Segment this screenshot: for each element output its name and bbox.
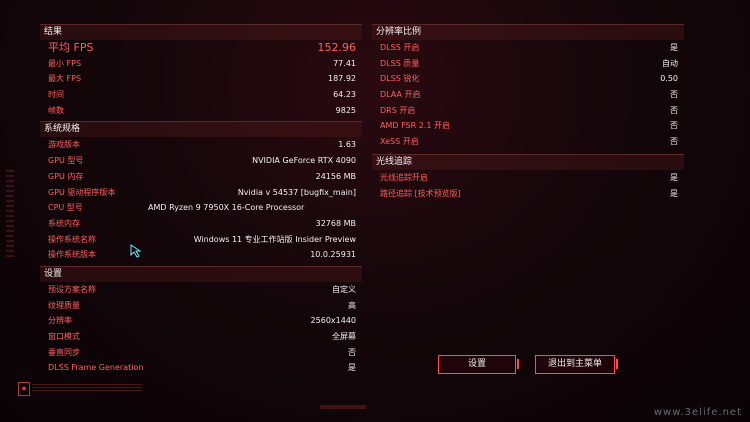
row-value: Windows 11 专业工作站版 Insider Preview	[193, 234, 356, 244]
resolution-row: DLSS 开启 是	[372, 40, 684, 56]
row-value: 64.23	[333, 90, 356, 100]
avg-fps-label: 平均 FPS	[48, 41, 94, 54]
row-label: DLSS 质量	[380, 58, 420, 68]
row-value: 是	[670, 172, 678, 182]
row-label: GPU 型号	[48, 156, 84, 166]
raytracing-row: 路径追踪 [技术预览版] 是	[372, 186, 684, 202]
specs-header: 系统规格	[40, 121, 362, 138]
settings-button[interactable]: 设置	[438, 355, 519, 374]
row-value: 高	[348, 300, 356, 310]
row-label: 帧数	[48, 105, 64, 115]
specs-row: 操作系统版本 10.0.25931	[40, 247, 362, 263]
row-label: 操作系统名称	[48, 234, 96, 244]
resolution-row: XeSS 开启 否	[372, 134, 684, 150]
row-value: 10.0.25931	[310, 250, 356, 260]
resolution-row: DRS 开启 否	[372, 103, 684, 119]
row-label: 操作系统版本	[48, 250, 96, 260]
resolution-row: DLAA 开启 否	[372, 87, 684, 103]
row-label: CPU 型号	[48, 203, 83, 213]
results-row: 最大 FPS 187.92	[40, 71, 362, 87]
row-label: GPU 驱动程序版本	[48, 187, 116, 197]
row-label: 纹理质量	[48, 300, 80, 310]
specs-row: CPU 型号 AMD Ryzen 9 7950X 16-Core Processo…	[40, 200, 362, 216]
row-value: 1.63	[338, 140, 356, 150]
results-row: 帧数 9825	[40, 103, 362, 119]
settings-row: DLSS Frame Generation 是	[40, 360, 362, 376]
raytracing-header: 光线追踪	[372, 153, 684, 170]
row-label: 路径追踪 [技术预览版]	[380, 188, 461, 198]
row-value: 2560x1440	[310, 316, 356, 326]
settings-row: 分辨率 2560x1440	[40, 313, 362, 329]
row-value: 自定义	[332, 284, 356, 294]
row-label: 游戏版本	[48, 140, 80, 150]
specs-row: 游戏版本 1.63	[40, 137, 362, 153]
row-label: 窗口模式	[48, 332, 80, 341]
row-value: 24156 MB	[315, 171, 356, 181]
row-label: 最大 FPS	[48, 74, 82, 84]
row-label: DLSS 锐化	[380, 74, 420, 84]
row-label: DLSS 开启	[380, 43, 420, 52]
row-value: 9825	[335, 105, 356, 115]
row-label: XeSS 开启	[380, 137, 419, 147]
specs-row: 操作系统名称 Windows 11 专业工作站版 Insider Preview	[40, 232, 362, 248]
resolution-row: DLSS 锐化 0.50	[372, 71, 684, 87]
row-value: NVIDIA GeForce RTX 4090	[252, 156, 356, 166]
row-value: 0.50	[660, 74, 678, 84]
mouse-cursor-icon	[130, 244, 142, 258]
row-label: DLAA 开启	[380, 90, 421, 100]
raytracing-row: 光线追踪开启 是	[372, 170, 684, 186]
results-header: 结果	[40, 24, 362, 40]
side-decoration	[6, 170, 14, 260]
row-value: AMD Ryzen 9 7950X 16-Core Processor	[148, 203, 305, 213]
settings-row: 预设方案名称 自定义	[40, 282, 362, 298]
row-value: 是	[670, 188, 678, 198]
row-label: GPU 内存	[48, 171, 84, 181]
row-value: 否	[670, 105, 678, 115]
left-panel: 结果 平均 FPS 152.96 最小 FPS 77.41 最大 FPS 187.9…	[40, 24, 362, 376]
bottom-decoration	[320, 405, 366, 409]
specs-row: GPU 型号 NVIDIA GeForce RTX 4090	[40, 153, 362, 169]
settings-header: 设置	[40, 265, 362, 282]
row-label: DRS 开启	[380, 105, 416, 115]
specs-row: GPU 内存 24156 MB	[40, 169, 362, 185]
row-value: 否	[348, 347, 356, 357]
game-logo-icon: ◆	[18, 382, 30, 396]
settings-row: 垂直同步 否	[40, 345, 362, 361]
row-label: 系统内存	[48, 218, 80, 228]
resolution-header: 分辨率比例	[372, 24, 684, 40]
row-value: Nvidia v 54537 [bugfix_main]	[237, 187, 356, 197]
row-value: 自动	[662, 58, 678, 68]
specs-row: GPU 驱动程序版本 Nvidia v 54537 [bugfix_main]	[40, 185, 362, 201]
avg-fps-row: 平均 FPS 152.96	[40, 40, 362, 56]
results-row: 时间 64.23	[40, 87, 362, 103]
row-value: 是	[348, 363, 356, 373]
watermark: www.3elife.net	[653, 407, 742, 418]
row-value: 否	[670, 121, 678, 131]
exit-to-main-menu-button[interactable]: 退出到主菜单	[535, 355, 618, 374]
resolution-row: DLSS 质量 自动	[372, 56, 684, 72]
row-label: AMD FSR 2.1 开启	[380, 121, 450, 131]
row-label: 分辨率	[48, 316, 72, 326]
settings-row: 窗口模式 全屏幕	[40, 329, 362, 345]
row-label: 光线追踪开启	[380, 172, 428, 182]
row-value: 是	[670, 43, 678, 52]
right-panel: 分辨率比例 DLSS 开启是 DLSS 质量 自动 DLSS 锐化 0.50 DLA…	[372, 24, 684, 201]
row-label: 预设方案名称	[48, 284, 96, 294]
row-value: 77.41	[333, 58, 356, 68]
results-row: 最小 FPS 77.41	[40, 56, 362, 72]
row-value: 否	[670, 90, 678, 100]
row-value: 否	[670, 137, 678, 147]
resolution-row: AMD FSR 2.1 开启 否	[372, 118, 684, 134]
row-label: 垂直同步	[48, 347, 80, 357]
corner-decoration	[32, 384, 142, 392]
avg-fps-value: 152.96	[317, 41, 357, 54]
settings-row: 纹理质量 高	[40, 298, 362, 314]
row-label: 最小 FPS	[48, 58, 82, 68]
specs-row: 系统内存 32768 MB	[40, 216, 362, 232]
row-value: 187.92	[328, 74, 356, 84]
row-label: DLSS Frame Generation	[48, 363, 144, 373]
row-value: 全屏幕	[332, 332, 356, 341]
row-label: 时间	[48, 90, 64, 100]
row-value: 32768 MB	[315, 218, 356, 228]
